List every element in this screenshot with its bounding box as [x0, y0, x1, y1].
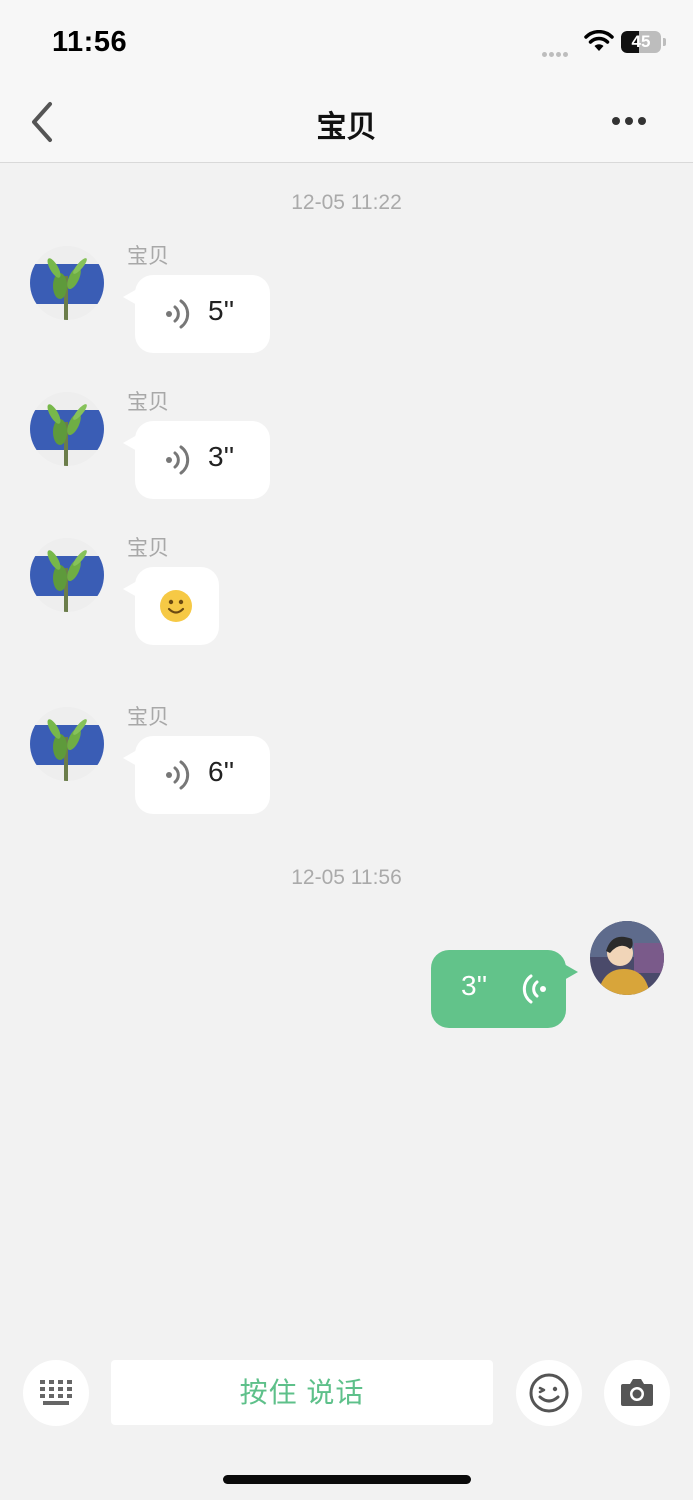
contact-avatar[interactable] — [30, 392, 104, 466]
sender-name: 宝贝 — [127, 706, 169, 729]
smile-emoji-icon — [160, 590, 192, 622]
battery-icon: 45 — [621, 31, 661, 53]
camera-icon — [621, 1379, 653, 1406]
contact-avatar[interactable] — [30, 246, 104, 320]
camera-button[interactable] — [604, 1360, 670, 1426]
chat-header: 宝贝 — [0, 82, 693, 163]
voice-message[interactable]: 3'' — [123, 421, 270, 499]
voice-duration: 3'' — [461, 970, 488, 1001]
sender-name: 宝贝 — [127, 537, 169, 560]
status-time: 11:56 — [52, 26, 128, 58]
voice-playback-icon — [522, 974, 546, 1004]
winking-face-icon — [529, 1373, 569, 1413]
voice-message[interactable]: 5'' — [123, 275, 270, 353]
wifi-icon — [584, 30, 614, 51]
keyboard-icon — [40, 1380, 72, 1405]
chat-input-bar: 按住 说话 — [0, 1340, 693, 1500]
voice-playback-icon — [166, 299, 190, 329]
hold-to-talk-button[interactable]: 按住 说话 — [111, 1360, 493, 1425]
cellular-signal-icon — [542, 44, 570, 62]
sender-name: 宝贝 — [127, 245, 169, 268]
home-indicator — [223, 1475, 471, 1484]
voice-playback-icon — [166, 760, 190, 790]
my-voice-message[interactable]: 3'' — [431, 950, 578, 1028]
contact-avatar[interactable] — [30, 538, 104, 612]
more-options-icon[interactable] — [612, 112, 660, 132]
message-timestamp: 12-05 11:56 — [291, 866, 402, 889]
battery-cap — [663, 38, 666, 46]
voice-playback-icon — [166, 445, 190, 475]
voice-message[interactable]: 6'' — [123, 736, 270, 814]
battery-percent: 45 — [631, 32, 651, 51]
my-avatar[interactable] — [590, 921, 664, 995]
sender-name: 宝贝 — [127, 391, 169, 414]
status-bar: 11:56 45 — [0, 0, 693, 82]
voice-duration: 6'' — [208, 756, 235, 787]
keyboard-toggle-button[interactable] — [23, 1360, 89, 1426]
chat-title: 宝贝 — [316, 111, 377, 144]
emoji-message[interactable] — [123, 567, 219, 645]
voice-duration: 5'' — [208, 295, 235, 326]
voice-duration: 3'' — [208, 441, 235, 472]
message-timestamp: 12-05 11:22 — [291, 191, 402, 214]
emoji-button[interactable] — [516, 1360, 582, 1426]
contact-avatar[interactable] — [30, 707, 104, 781]
